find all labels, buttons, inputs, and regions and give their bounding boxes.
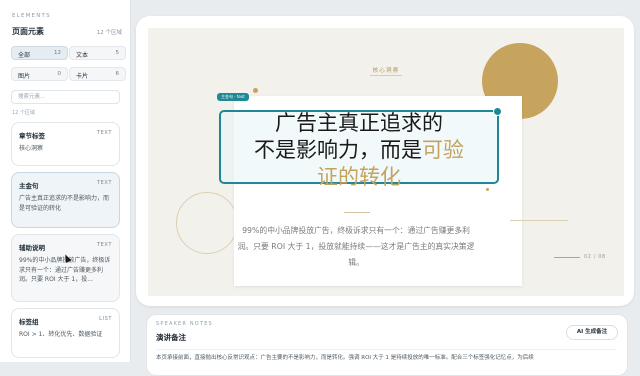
selection-tag: 主金句 · text — [217, 93, 249, 101]
panel-eyebrow: ELEMENTS — [12, 13, 51, 19]
card-type: TEXT — [96, 242, 112, 248]
region-count: 12 个区域 — [12, 110, 35, 116]
filter-count: 0 — [57, 71, 62, 77]
filter-text[interactable]: 文本 5 — [69, 46, 126, 60]
decorative-ring — [176, 192, 238, 254]
headline-line-2: 不是影响力，而是 — [254, 138, 422, 162]
page-indicator-line — [554, 257, 580, 258]
card-type: TEXT — [96, 180, 112, 186]
card-type: TEXT — [96, 130, 112, 136]
card-preview: 核心洞察 — [19, 145, 44, 152]
headline-line-1: 广告主真正追求的 — [275, 111, 443, 135]
notes-title: 演讲备注 — [156, 333, 186, 342]
filter-label: 卡片 — [76, 73, 89, 80]
filter-count: 5 — [115, 50, 120, 56]
element-card-headline[interactable]: 主金句 TEXT 广告主真正追求的不是影响力，而是可验证的转化 — [11, 172, 120, 228]
element-card-supporting-text[interactable]: 辅助说明 TEXT 99%的中小品牌投放广告，终极诉求只有一个：通过广告赚更多利… — [11, 234, 120, 302]
filter-card[interactable]: 卡片 6 — [69, 67, 126, 81]
headline-line-3: 证的转化 — [317, 165, 401, 189]
panel-count: 12 个区域 — [96, 30, 122, 36]
slide-canvas: 核心洞察 主金句 · text 广告主真正追求的 不是影响力，而是可验 证的转化… — [148, 28, 624, 296]
elements-panel: ELEMENTS 页面元素 12 个区域 全部 12 文本 5 图片 0 卡片 … — [0, 0, 131, 362]
card-title: 标签组 — [19, 318, 39, 326]
filter-label: 全部 — [18, 52, 31, 59]
notes-eyebrow: SPEAKER NOTES — [156, 321, 213, 327]
notes-text[interactable]: 本页承接前面，直接抛出核心反常识观点：广告主要的不是影响力，而是转化。强调 RO… — [156, 353, 626, 361]
ai-generate-notes-button[interactable]: AI 生成备注 — [566, 325, 618, 340]
supporting-text[interactable]: 99%的中小品牌投放广告，终极诉求只有一个：通过广告赚更多利润。只要 ROI 大… — [236, 223, 476, 271]
filter-label: 文本 — [76, 52, 89, 59]
element-card-section-label[interactable]: 章节标签 TEXT 核心洞察 — [11, 122, 120, 166]
card-type: LIST — [99, 316, 112, 322]
speaker-notes-panel: SPEAKER NOTES 演讲备注 AI 生成备注 本页承接前面，直接抛出核心… — [146, 314, 628, 376]
filter-image[interactable]: 图片 0 — [11, 67, 68, 81]
section-divider — [370, 75, 402, 76]
panel-title: 页面元素 — [12, 27, 44, 36]
element-card-tag-group[interactable]: 标签组 LIST ROI > 1、转化优先、数据验证 — [11, 308, 120, 358]
card-title: 章节标签 — [19, 132, 45, 140]
element-search-input[interactable] — [11, 90, 120, 104]
filter-all[interactable]: 全部 12 — [11, 46, 68, 60]
card-preview: 广告主真正追求的不是影响力，而是可验证的转化 — [19, 195, 110, 212]
selection-indicator-dot — [253, 88, 258, 93]
accent-divider — [344, 212, 370, 213]
headline-text[interactable]: 广告主真正追求的 不是影响力，而是可验 证的转化 — [219, 110, 499, 191]
notes-divider — [156, 349, 616, 350]
page-number: 02 / 08 — [584, 254, 606, 260]
card-preview: ROI > 1、转化优先、数据验证 — [19, 331, 103, 338]
section-label[interactable]: 核心洞察 — [148, 66, 624, 74]
filter-count: 12 — [54, 50, 61, 56]
headline-highlight: 可验 — [422, 138, 464, 162]
card-title: 辅助说明 — [19, 244, 45, 252]
card-title: 主金句 — [19, 182, 39, 190]
decorative-line — [510, 220, 568, 221]
decorative-dot — [486, 188, 489, 191]
filter-label: 图片 — [18, 73, 31, 80]
filter-count: 6 — [115, 71, 120, 77]
